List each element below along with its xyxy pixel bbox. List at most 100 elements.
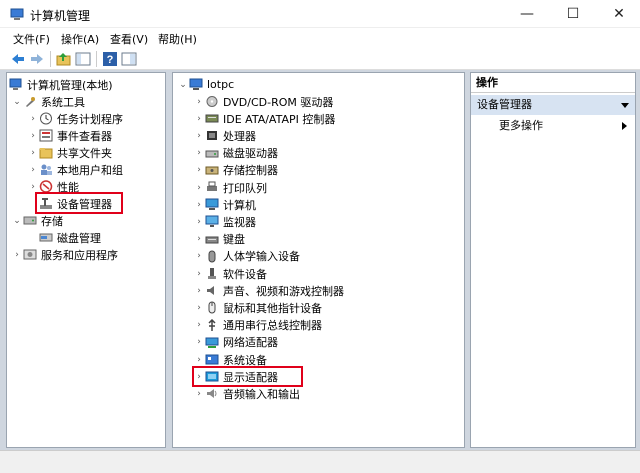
device-category-label: DVD/CD-ROM 驱动器 xyxy=(223,95,334,109)
chevron-right-icon[interactable]: › xyxy=(193,286,205,296)
device-category-label: 网络适配器 xyxy=(223,336,278,350)
device-category-item[interactable]: › 音频输入和输出 xyxy=(193,385,300,402)
up-folder-icon[interactable] xyxy=(56,51,72,67)
chevron-right-icon[interactable]: › xyxy=(193,97,205,107)
menu-file[interactable]: 文件(F) xyxy=(13,31,50,47)
device-category-item[interactable]: › 软件设备 xyxy=(193,265,267,282)
device-category-item[interactable]: › 计算机 xyxy=(193,196,256,213)
chevron-right-icon[interactable]: › xyxy=(27,182,39,192)
more-actions-item[interactable]: 更多操作 xyxy=(499,118,543,134)
chevron-down-icon[interactable]: ⌄ xyxy=(177,80,189,90)
chevron-right-icon[interactable]: › xyxy=(11,250,23,260)
device-category-item[interactable]: › 键盘 xyxy=(193,231,245,248)
device-category-item[interactable]: › 鼠标和其他指针设备 xyxy=(193,299,322,316)
close-button[interactable]: ✕ xyxy=(596,0,640,28)
storage-icon xyxy=(23,214,37,227)
close-icon: ✕ xyxy=(613,6,625,22)
chevron-right-icon[interactable]: › xyxy=(193,337,205,347)
chevron-right-icon[interactable]: › xyxy=(193,389,205,399)
device-category-item[interactable]: › 磁盘驱动器 xyxy=(193,145,278,162)
show-hide-tree-icon[interactable] xyxy=(75,51,91,67)
chevron-right-icon[interactable]: › xyxy=(193,234,205,244)
main-area: 计算机管理(本地) ⌄ 系统工具 › 任务计划程序 › 事件查看器 › 共享文件… xyxy=(0,70,640,450)
device-category-item[interactable]: › 声音、视频和游戏控制器 xyxy=(193,282,344,299)
tree-item-task-scheduler[interactable]: › 任务计划程序 xyxy=(27,110,123,127)
title-bar: 计算机管理 — ☐ ✕ xyxy=(0,0,640,28)
tree-item-disk-management[interactable]: 磁盘管理 xyxy=(39,229,101,246)
computer-icon xyxy=(189,78,203,91)
chevron-right-icon[interactable]: › xyxy=(193,320,205,330)
status-bar xyxy=(0,450,640,473)
tree-label: 存储 xyxy=(41,214,63,228)
tree-item-services[interactable]: › 服务和应用程序 xyxy=(11,246,118,263)
disk-drive-icon xyxy=(205,147,219,160)
menu-action[interactable]: 操作(A) xyxy=(61,31,99,47)
chevron-right-icon[interactable]: › xyxy=(27,114,39,124)
device-category-item[interactable]: › 打印队列 xyxy=(193,179,267,196)
tree-item-storage[interactable]: ⌄ 存储 xyxy=(11,212,63,229)
chevron-right-icon[interactable]: › xyxy=(193,114,205,124)
device-category-item[interactable]: › 通用串行总线控制器 xyxy=(193,317,322,334)
processor-icon xyxy=(205,129,219,142)
chevron-right-icon[interactable]: › xyxy=(27,148,39,158)
chevron-down-icon[interactable]: ⌄ xyxy=(11,216,23,226)
chevron-right-icon[interactable]: › xyxy=(193,131,205,141)
device-category-label: 计算机 xyxy=(223,198,256,212)
tree-item-shared-folders[interactable]: › 共享文件夹 xyxy=(27,144,112,161)
tree-item-root[interactable]: 计算机管理(本地) xyxy=(9,76,113,93)
chevron-right-icon[interactable]: › xyxy=(193,251,205,261)
device-tree: ⌄ lotpc › DVD/CD-ROM 驱动器 › IDE ATA/ATAPI 控制… xyxy=(172,72,465,448)
tree-item-system-tools[interactable]: ⌄ 系统工具 xyxy=(11,93,85,110)
shared-folder-icon xyxy=(39,146,53,159)
disk-management-icon xyxy=(39,231,53,244)
device-category-item[interactable]: › DVD/CD-ROM 驱动器 xyxy=(193,93,333,110)
collapse-icon[interactable] xyxy=(621,103,629,108)
submenu-arrow-icon[interactable] xyxy=(622,122,627,130)
chevron-down-icon[interactable]: ⌄ xyxy=(11,97,23,107)
tree-label: 任务计划程序 xyxy=(57,112,123,126)
help-icon[interactable]: ? xyxy=(102,51,118,67)
tree-item-event-viewer[interactable]: › 事件查看器 xyxy=(27,127,112,144)
device-category-label: 磁盘驱动器 xyxy=(223,147,278,161)
audio-io-icon xyxy=(205,387,219,400)
device-category-label: 打印队列 xyxy=(223,181,267,195)
chevron-right-icon[interactable]: › xyxy=(193,217,205,227)
tree-label: 服务和应用程序 xyxy=(41,248,118,262)
chevron-right-icon[interactable]: › xyxy=(193,165,205,175)
users-icon xyxy=(39,163,53,176)
device-category-item[interactable]: › 监视器 xyxy=(193,213,256,230)
menu-view[interactable]: 查看(V) xyxy=(110,31,148,47)
actions-section-device-manager[interactable]: 设备管理器 xyxy=(471,95,635,115)
highlight-box-display-adapters xyxy=(192,366,303,387)
chevron-right-icon[interactable]: › xyxy=(193,269,205,279)
chevron-right-icon[interactable]: › xyxy=(193,183,205,193)
chevron-right-icon[interactable]: › xyxy=(193,200,205,210)
tree-item-local-users[interactable]: › 本地用户和组 xyxy=(27,161,123,178)
storage-controller-icon xyxy=(205,164,219,177)
chevron-right-icon[interactable]: › xyxy=(27,165,39,175)
tree-label: 计算机管理(本地) xyxy=(27,78,113,92)
menu-bar: 文件(F) 操作(A) 查看(V) 帮助(H) xyxy=(0,28,640,48)
back-arrow-icon[interactable] xyxy=(10,51,26,67)
forward-arrow-icon[interactable] xyxy=(29,51,45,67)
menu-help[interactable]: 帮助(H) xyxy=(158,31,197,47)
chevron-right-icon[interactable]: › xyxy=(27,131,39,141)
minimize-button[interactable]: — xyxy=(504,0,550,28)
chevron-right-icon[interactable]: › xyxy=(193,148,205,158)
event-viewer-icon xyxy=(39,129,53,142)
actions-pane: 操作 设备管理器 更多操作 xyxy=(470,72,636,448)
maximize-button[interactable]: ☐ xyxy=(550,0,596,28)
chevron-right-icon[interactable]: › xyxy=(193,355,205,365)
device-category-item[interactable]: › 人体学输入设备 xyxy=(193,248,300,265)
chevron-right-icon[interactable]: › xyxy=(193,303,205,313)
device-tree-root[interactable]: ⌄ lotpc xyxy=(177,76,234,93)
device-category-item[interactable]: › 网络适配器 xyxy=(193,334,278,351)
svg-text:?: ? xyxy=(107,54,114,66)
monitor-icon xyxy=(205,215,219,228)
device-category-item[interactable]: › 存储控制器 xyxy=(193,162,278,179)
device-category-item[interactable]: › 处理器 xyxy=(193,127,256,144)
network-adapter-icon xyxy=(205,336,219,349)
device-category-item[interactable]: › IDE ATA/ATAPI 控制器 xyxy=(193,110,335,127)
maximize-icon: ☐ xyxy=(566,6,580,22)
action-pane-icon[interactable] xyxy=(121,51,137,67)
